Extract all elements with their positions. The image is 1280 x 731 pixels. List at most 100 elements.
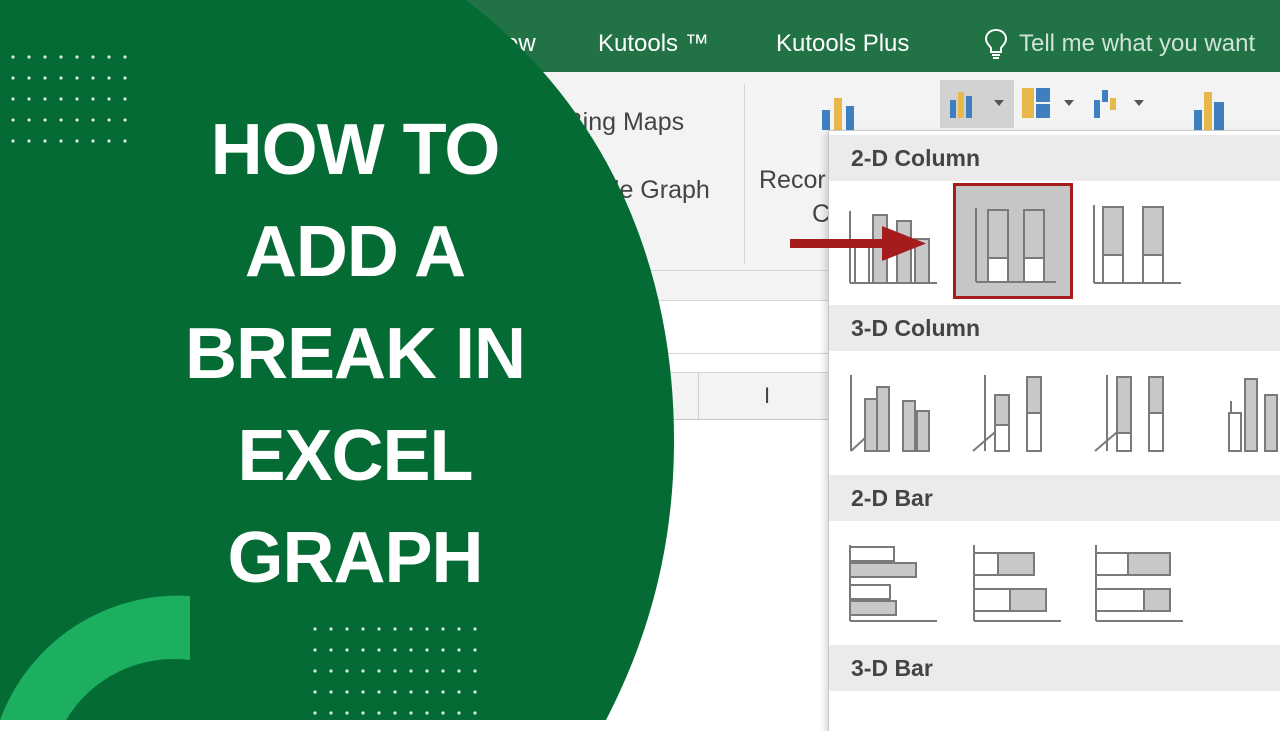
decor-dot xyxy=(27,139,31,143)
tab-kutools-plus[interactable]: Kutools Plus xyxy=(776,30,909,58)
decor-dot xyxy=(393,627,397,631)
decor-dot xyxy=(11,139,15,143)
3d-clustered-column-icon[interactable] xyxy=(847,371,939,462)
100-stacked-column-icon[interactable] xyxy=(1091,201,1183,292)
decor-dot xyxy=(91,76,95,80)
ribbon-group-separator xyxy=(744,84,745,264)
decor-dot xyxy=(75,97,79,101)
decor-dot xyxy=(59,55,63,59)
title-line-2: ADD A xyxy=(244,212,466,292)
decor-dot xyxy=(43,139,47,143)
decor-dot xyxy=(377,690,381,694)
decor-dot xyxy=(91,118,95,122)
decor-dot xyxy=(11,55,15,59)
decor-dot xyxy=(361,627,365,631)
decor-dot xyxy=(361,690,365,694)
decor-dot xyxy=(473,648,477,652)
decor-dot xyxy=(11,76,15,80)
decor-dot xyxy=(425,711,429,715)
stacked-column-icon[interactable] xyxy=(953,183,1073,299)
section-title: 3-D Bar xyxy=(851,655,933,681)
decor-dot xyxy=(75,55,79,59)
decor-dot xyxy=(377,711,381,715)
title-line-3: BREAK IN xyxy=(184,314,526,394)
decor-dot xyxy=(345,669,349,673)
decor-dot xyxy=(473,690,477,694)
decor-dot xyxy=(425,627,429,631)
decor-dot xyxy=(75,139,79,143)
decor-dot xyxy=(457,669,461,673)
3d-stacked-column-icon[interactable] xyxy=(971,371,1063,462)
decor-dot xyxy=(27,55,31,59)
decor-dot xyxy=(107,139,111,143)
decor-dot xyxy=(43,118,47,122)
title-line-5: GRAPH xyxy=(227,518,483,598)
decor-dot xyxy=(345,648,349,652)
decor-dot xyxy=(91,55,95,59)
decor-dot xyxy=(345,690,349,694)
tell-me-search[interactable]: Tell me what you want xyxy=(1019,30,1255,58)
decor-dot xyxy=(59,118,63,122)
section-title: 2-D Column xyxy=(851,145,981,171)
decor-dot xyxy=(457,627,461,631)
decor-dot xyxy=(393,711,397,715)
decor-dot xyxy=(313,711,317,715)
decor-dot xyxy=(409,690,413,694)
decor-dot xyxy=(107,55,111,59)
decor-dot xyxy=(59,139,63,143)
decor-dot xyxy=(377,669,381,673)
decor-dot xyxy=(107,97,111,101)
decor-dot xyxy=(441,711,445,715)
decor-dot xyxy=(43,97,47,101)
3d-100-stacked-column-icon[interactable] xyxy=(1093,371,1185,462)
dot-pattern-bottom xyxy=(313,627,477,715)
waterfall-chart-button[interactable] xyxy=(1090,84,1150,129)
decor-dot xyxy=(409,648,413,652)
decor-dot xyxy=(441,627,445,631)
decor-dot xyxy=(313,648,317,652)
3d-column-icon[interactable] xyxy=(1219,371,1280,462)
decor-dot xyxy=(393,648,397,652)
decor-dot xyxy=(27,76,31,80)
hierarchy-chart-button[interactable] xyxy=(1020,84,1080,129)
decor-dot xyxy=(123,97,127,101)
100-stacked-bar-icon[interactable] xyxy=(1093,543,1185,632)
stacked-bar-icon[interactable] xyxy=(971,543,1063,632)
decor-dot xyxy=(457,711,461,715)
decor-dot xyxy=(345,711,349,715)
decor-dot xyxy=(329,690,333,694)
column-chart-button[interactable] xyxy=(940,80,1014,128)
decor-dot xyxy=(361,669,365,673)
decor-dot xyxy=(409,669,413,673)
decor-dot xyxy=(425,669,429,673)
section-title: 2-D Bar xyxy=(851,485,933,511)
decor-dot xyxy=(473,711,477,715)
decor-dot xyxy=(43,76,47,80)
decor-dot xyxy=(457,690,461,694)
decor-dot xyxy=(107,76,111,80)
decor-dot xyxy=(27,118,31,122)
decor-dot xyxy=(91,97,95,101)
dot-pattern-top xyxy=(11,55,127,143)
decor-dot xyxy=(329,669,333,673)
lightbulb-icon xyxy=(984,28,1008,67)
section-header-3d-bar: 3-D Bar xyxy=(829,645,1280,691)
recommended-charts-label[interactable]: Recor xyxy=(759,166,826,195)
decor-dot xyxy=(11,118,15,122)
column-header-i[interactable]: I xyxy=(764,383,770,409)
decor-dot xyxy=(457,648,461,652)
decor-dot xyxy=(473,627,477,631)
decor-dot xyxy=(409,627,413,631)
clustered-bar-icon[interactable] xyxy=(847,543,939,632)
decor-dot xyxy=(361,711,365,715)
section-header-2d-column: 2-D Column xyxy=(829,135,1280,181)
decor-dot xyxy=(107,118,111,122)
decor-dot xyxy=(59,97,63,101)
chart-gallery-dropdown: 2-D Column 3-D Column 2-D Bar 3-D Bar xyxy=(828,130,1280,731)
decor-dot xyxy=(441,648,445,652)
title-line-4: EXCEL xyxy=(237,416,473,496)
section-header-2d-bar: 2-D Bar xyxy=(829,475,1280,521)
decor-dot xyxy=(329,711,333,715)
decor-dot xyxy=(123,55,127,59)
decor-dot xyxy=(59,76,63,80)
